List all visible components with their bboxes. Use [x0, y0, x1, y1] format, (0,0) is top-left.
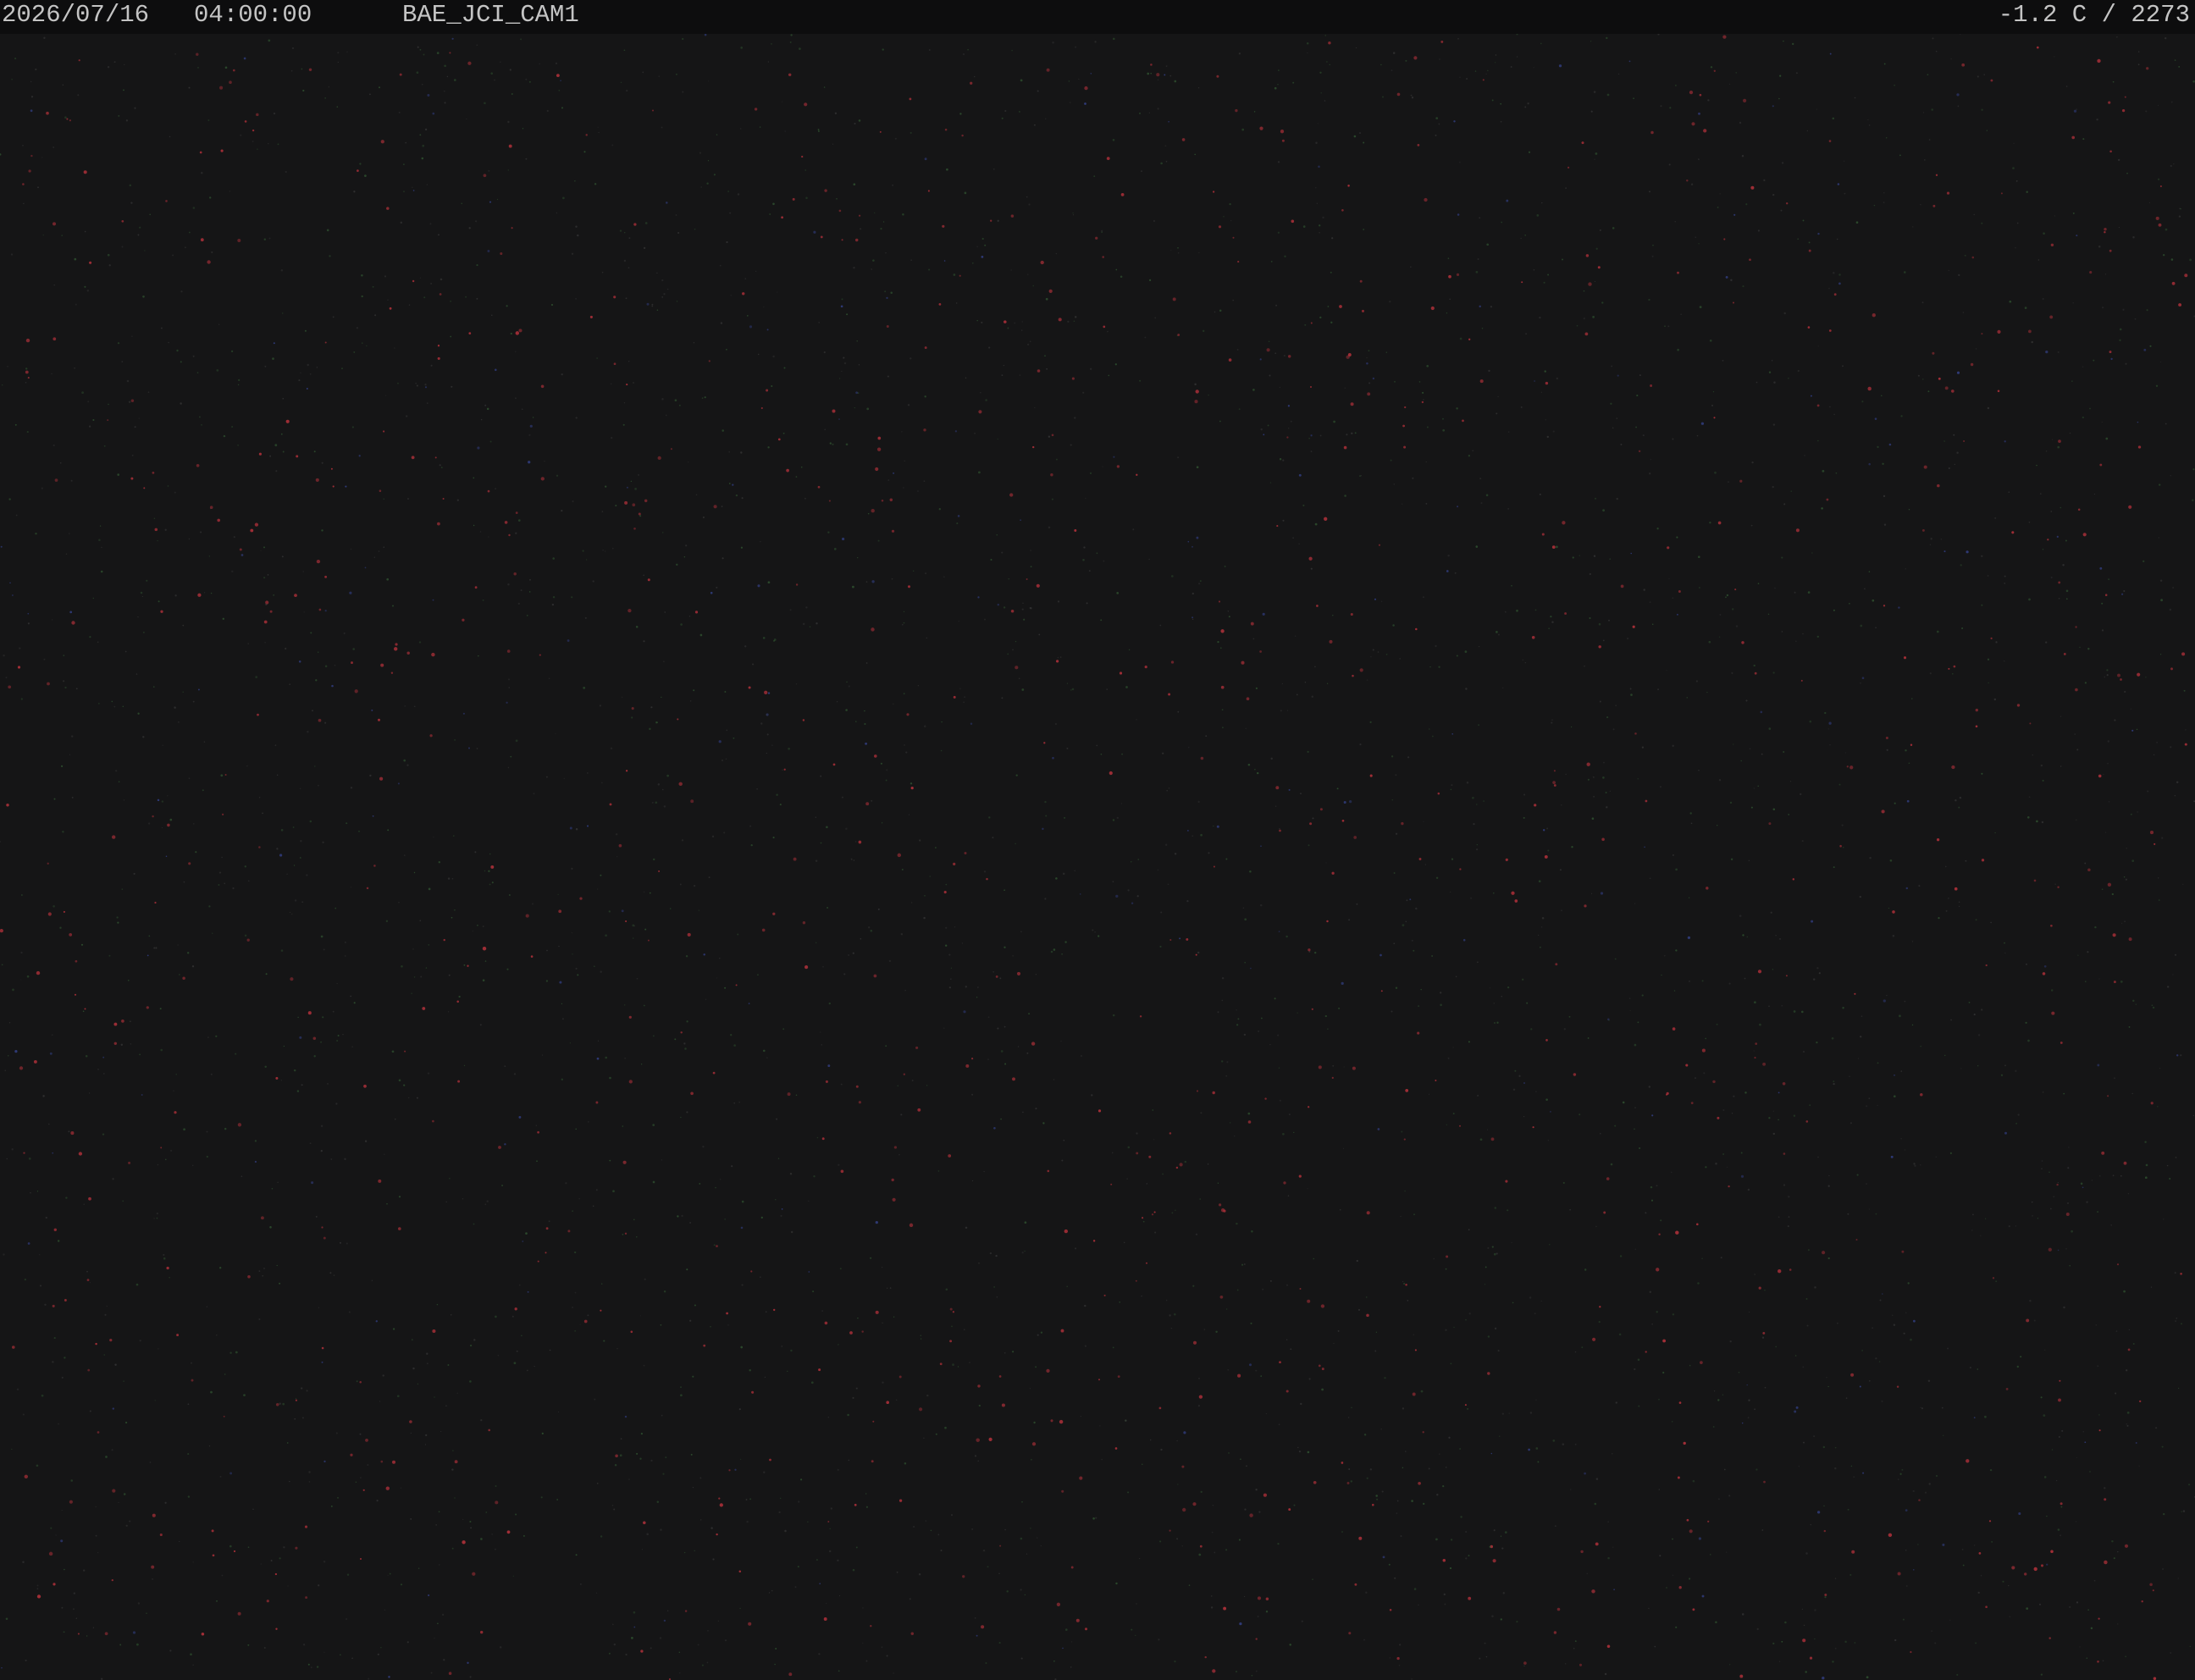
timestamp-overlay-bar: 2026/07/16 04:00:00 BAE_JCI_CAM1 -1.2 C … — [0, 0, 2195, 34]
camera-frame: 2026/07/16 04:00:00 BAE_JCI_CAM1 -1.2 C … — [0, 0, 2195, 1680]
overlay-date: 2026/07/16 — [2, 1, 150, 29]
sensor-noise-image — [0, 33, 2195, 1680]
overlay-temperature-readout: -1.2 C / 2273 — [1998, 1, 2190, 29]
overlay-time: 04:00:00 — [194, 1, 312, 29]
overlay-camera-name: BAE_JCI_CAM1 — [402, 1, 579, 29]
